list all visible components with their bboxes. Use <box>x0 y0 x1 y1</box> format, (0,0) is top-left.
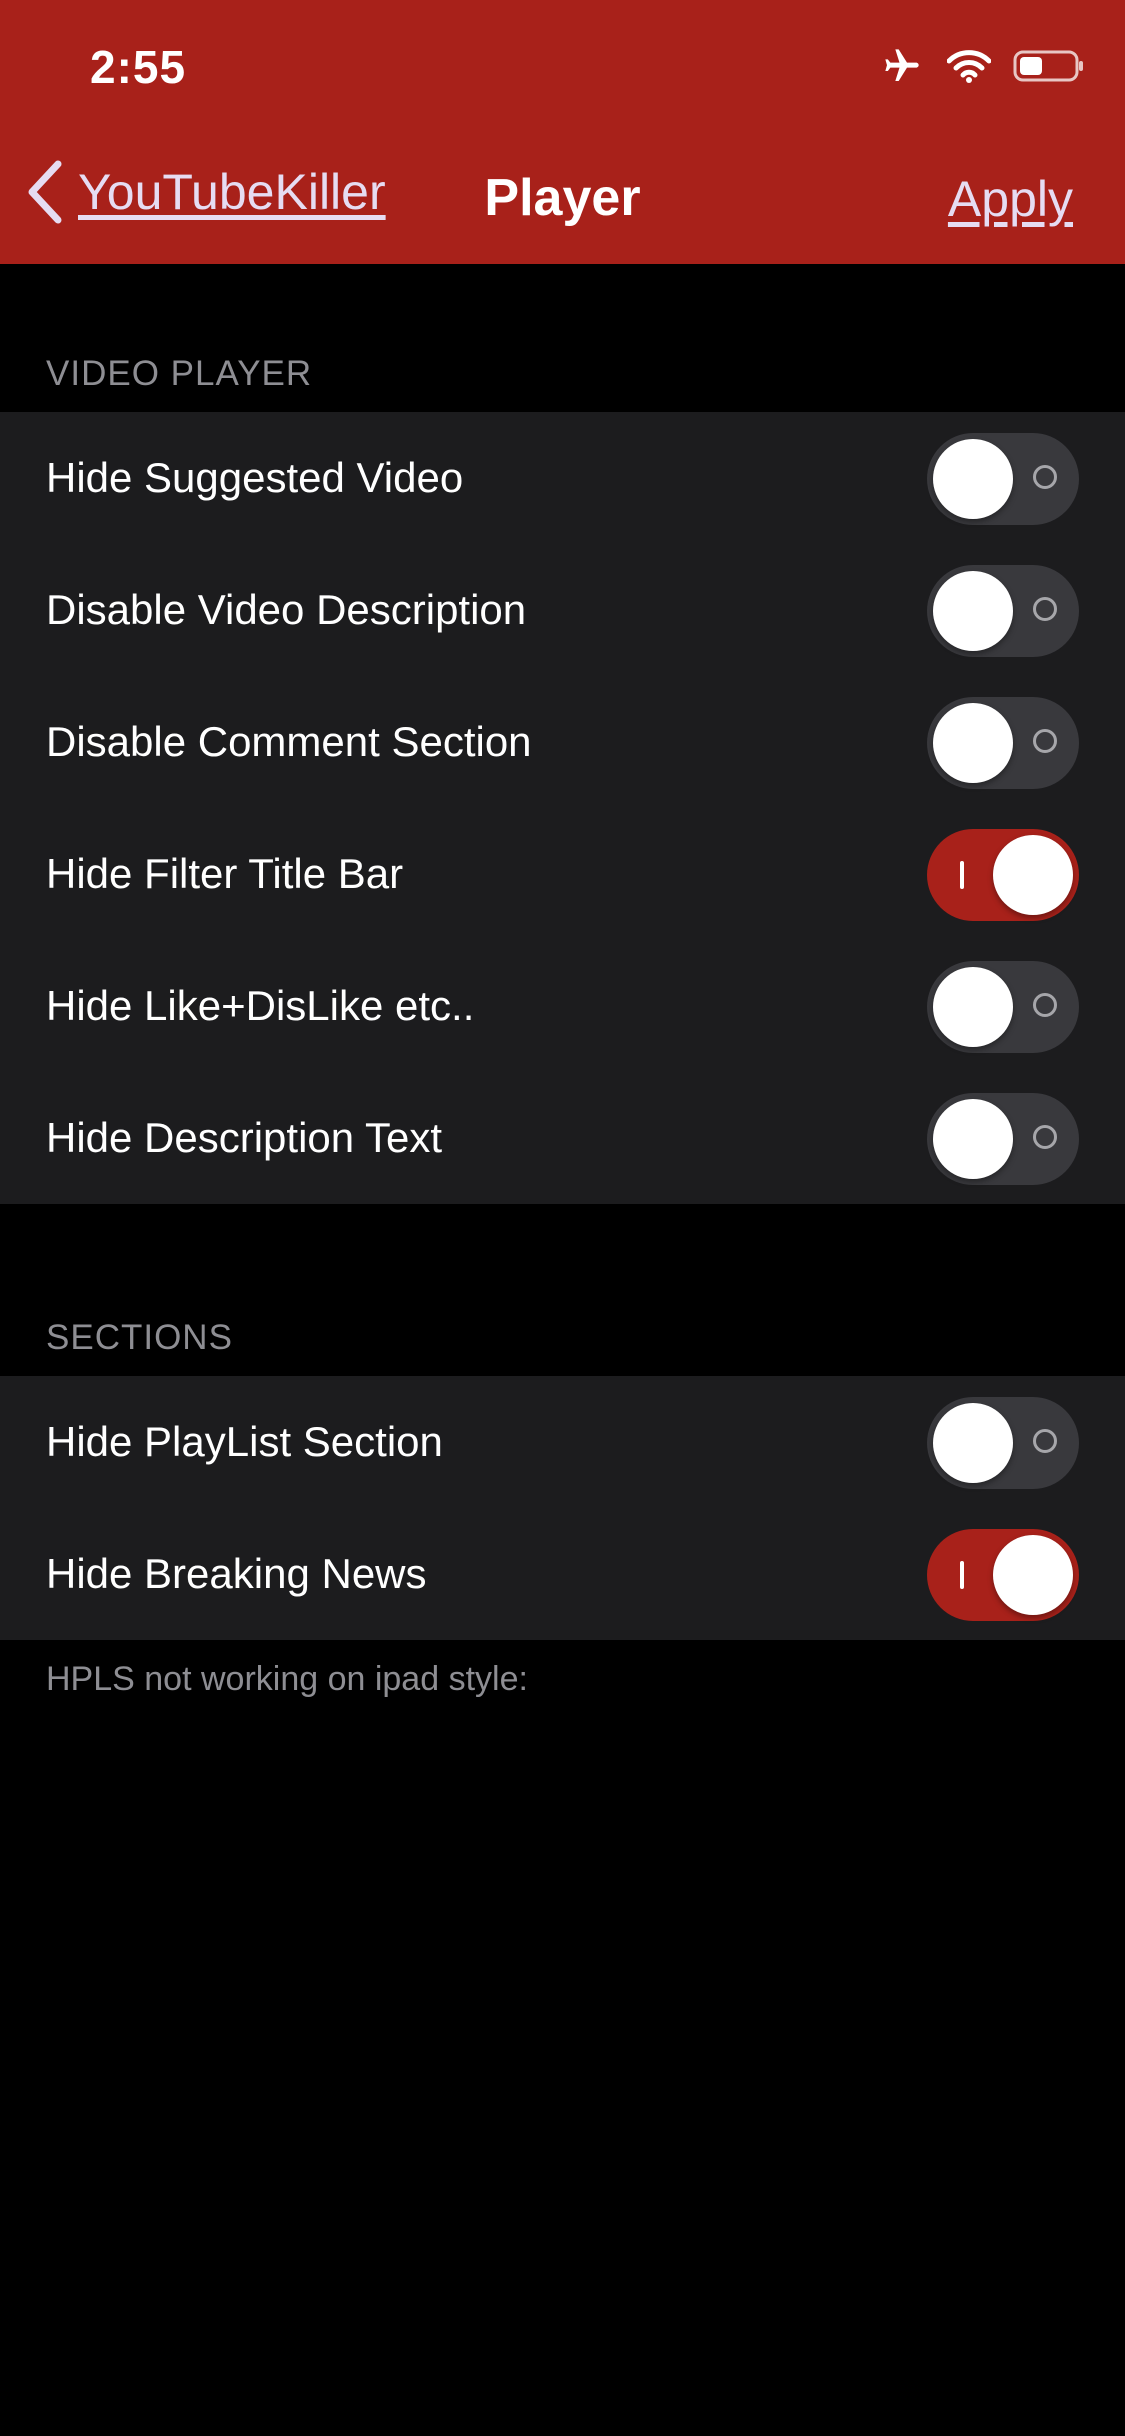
setting-label: Disable Video Description <box>46 586 527 633</box>
toggle-disable-comment-section[interactable] <box>927 697 1079 789</box>
setting-row-disable-comment-section: Disable Comment Section <box>0 676 1125 808</box>
wifi-icon <box>947 49 991 83</box>
setting-label: Hide PlayList Section <box>46 1418 443 1465</box>
settings-group-sections: Hide PlayList Section Hide Breaking News <box>0 1376 1125 1640</box>
toggle-hide-like-dislike[interactable] <box>927 961 1079 1053</box>
setting-label: Hide Like+DisLike etc.. <box>46 982 475 1029</box>
setting-label: Hide Suggested Video <box>46 454 464 501</box>
toggle-hide-breaking-news[interactable] <box>927 1529 1079 1621</box>
status-time: 2:55 <box>90 41 187 93</box>
toggle-hide-filter-title-bar[interactable] <box>927 829 1079 921</box>
toggle-hide-suggested-video[interactable] <box>927 433 1079 525</box>
toggle-hide-description-text[interactable] <box>927 1093 1079 1185</box>
settings-group-video-player: Hide Suggested Video Disable Video Descr… <box>0 412 1125 1204</box>
setting-row-hide-filter-title-bar: Hide Filter Title Bar <box>0 808 1125 940</box>
setting-label: Hide Breaking News <box>46 1550 427 1597</box>
section-header-video-player: VIDEO PLAYER <box>46 354 313 393</box>
battery-icon <box>1013 49 1085 83</box>
setting-row-hide-like-dislike: Hide Like+DisLike etc.. <box>0 940 1125 1072</box>
toggle-disable-video-description[interactable] <box>927 565 1079 657</box>
back-button-label: YouTubeKiller <box>78 164 386 220</box>
setting-row-hide-suggested-video: Hide Suggested Video <box>0 412 1125 544</box>
setting-label: Disable Comment Section <box>46 718 532 765</box>
section-header-sections: SECTIONS <box>46 1318 233 1357</box>
setting-row-hide-description-text: Hide Description Text <box>0 1072 1125 1204</box>
setting-row-disable-video-description: Disable Video Description <box>0 544 1125 676</box>
chevron-left-icon <box>24 160 64 224</box>
setting-label: Hide Filter Title Bar <box>46 850 404 897</box>
setting-row-hide-breaking-news: Hide Breaking News <box>0 1508 1125 1640</box>
section-footer-note: HPLS not working on ipad style: <box>46 1660 528 1698</box>
status-icons <box>879 46 1085 86</box>
back-button[interactable]: YouTubeKiller <box>24 160 386 224</box>
setting-row-hide-playlist-section: Hide PlayList Section <box>0 1376 1125 1508</box>
airplane-icon <box>879 46 925 86</box>
setting-label: Hide Description Text <box>46 1114 443 1161</box>
navigation-header: 2:55 YouTubeKiller Player Apply <box>0 0 1125 264</box>
apply-button[interactable]: Apply <box>948 170 1073 228</box>
toggle-hide-playlist-section[interactable] <box>927 1397 1079 1489</box>
